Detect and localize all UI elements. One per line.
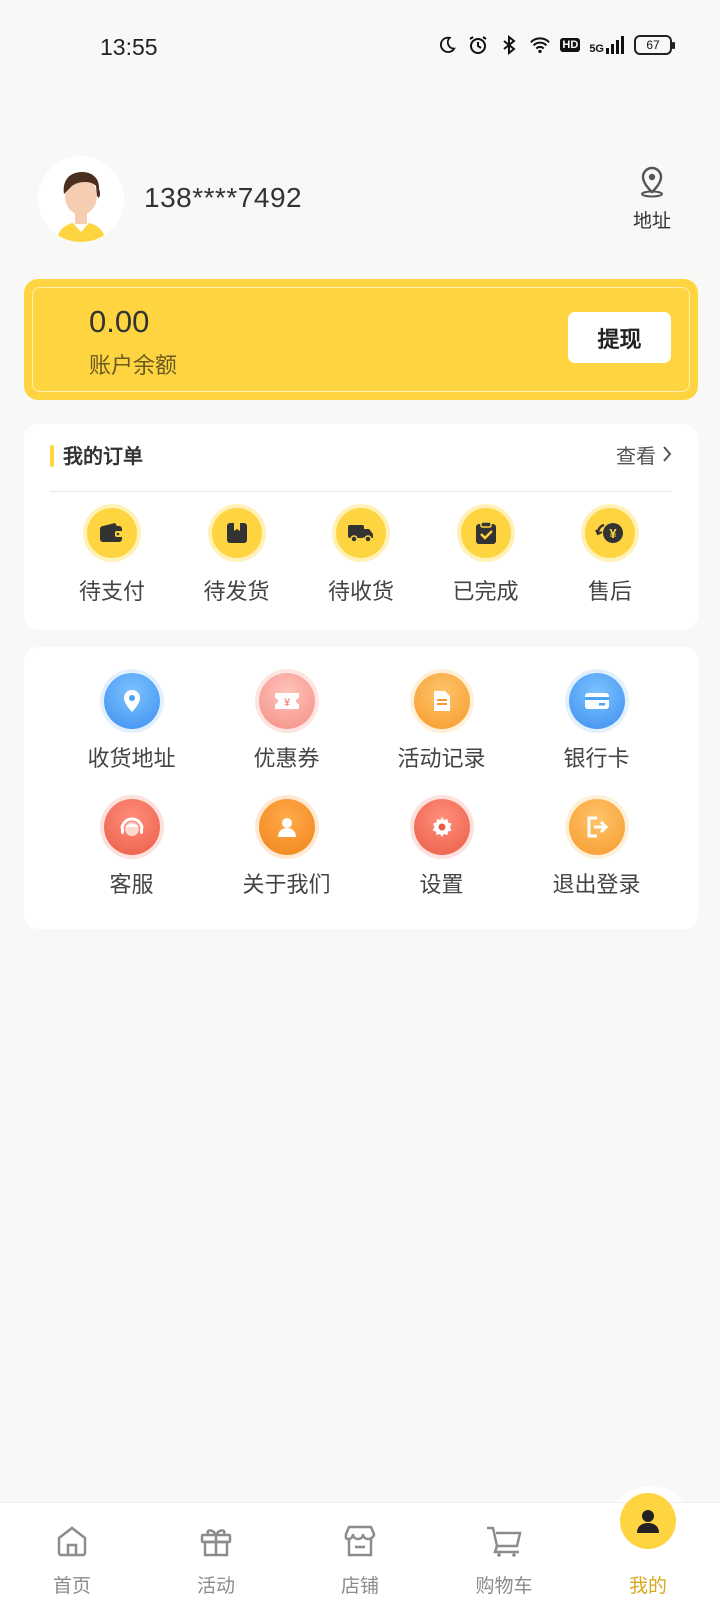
location-icon bbox=[103, 673, 160, 729]
orders-view-button[interactable]: 查看 bbox=[616, 444, 672, 468]
wifi-icon bbox=[529, 34, 551, 56]
service-label: 客服 bbox=[109, 873, 154, 898]
services-card: 收货地址 ¥ 优惠券 活动记录 银行卡 客服 关于我们 设置 退出登录 bbox=[24, 647, 698, 929]
tab-cart[interactable]: 购物车 bbox=[432, 1503, 576, 1600]
service-bank-card[interactable]: 银行卡 bbox=[519, 673, 674, 773]
clipboard-check-icon bbox=[456, 504, 515, 562]
address-label: 地址 bbox=[632, 210, 671, 232]
order-status-after-sale[interactable]: ¥ 售后 bbox=[548, 504, 672, 606]
tab-label: 店铺 bbox=[340, 1575, 379, 1597]
address-button[interactable]: 地址 bbox=[630, 166, 674, 233]
signal-icon: 5G bbox=[589, 35, 625, 55]
service-activity-records[interactable]: 活动记录 bbox=[364, 673, 519, 773]
hd-badge: HD bbox=[560, 38, 581, 52]
tab-label: 我的 bbox=[628, 1575, 667, 1597]
orders-header: 我的订单 查看 bbox=[50, 444, 672, 492]
user-phone: 138****7492 bbox=[144, 182, 303, 213]
tab-mine[interactable]: 我的 bbox=[576, 1493, 720, 1600]
store-icon bbox=[340, 1521, 380, 1561]
service-coupon[interactable]: ¥ 优惠券 bbox=[209, 673, 364, 773]
service-customer-service[interactable]: 客服 bbox=[54, 799, 209, 899]
logout-icon bbox=[568, 799, 625, 855]
home-icon bbox=[52, 1521, 92, 1561]
order-status-completed[interactable]: 已完成 bbox=[424, 504, 548, 606]
coupon-icon: ¥ bbox=[258, 673, 315, 729]
order-status-pending-payment[interactable]: 待支付 bbox=[50, 504, 174, 606]
status-icons: HD 5G 67 bbox=[436, 34, 675, 56]
service-logout[interactable]: 退出登录 bbox=[519, 799, 674, 899]
status-time: 13:55 bbox=[100, 34, 158, 60]
service-settings[interactable]: 设置 bbox=[364, 799, 519, 899]
balance-label: 账户余额 bbox=[89, 354, 178, 379]
service-shipping-address[interactable]: 收货地址 bbox=[54, 673, 209, 773]
order-status-label: 售后 bbox=[587, 580, 632, 605]
gift-icon bbox=[196, 1521, 236, 1561]
order-status-label: 已完成 bbox=[452, 580, 519, 605]
tab-home[interactable]: 首页 bbox=[0, 1503, 144, 1600]
battery-level: 67 bbox=[646, 38, 660, 52]
services-grid: 收货地址 ¥ 优惠券 活动记录 银行卡 客服 关于我们 设置 退出登录 bbox=[54, 673, 674, 899]
customer-service-icon bbox=[103, 799, 160, 855]
document-icon bbox=[413, 673, 470, 729]
yen-refund-icon: ¥ bbox=[581, 504, 639, 562]
tab-label: 活动 bbox=[196, 1575, 235, 1597]
orders-card: 我的订单 查看 待支付 待发货 待收货 已完成 ¥ 售后 bbox=[24, 424, 698, 630]
profile-header: 138****7492 地址 bbox=[38, 156, 682, 242]
tab-activity[interactable]: 活动 bbox=[144, 1503, 288, 1600]
balance-inner: 0.00 账户余额 提现 bbox=[32, 287, 690, 392]
truck-icon bbox=[332, 504, 390, 562]
service-label: 银行卡 bbox=[563, 747, 630, 772]
service-label: 优惠券 bbox=[253, 747, 320, 772]
wallet-icon bbox=[83, 504, 141, 562]
order-status-label: 待收货 bbox=[327, 580, 394, 605]
service-label: 设置 bbox=[419, 873, 464, 898]
battery-icon: 67 bbox=[634, 35, 675, 55]
orders-title: 我的订单 bbox=[50, 444, 143, 468]
order-status-pending-shipment[interactable]: 待发货 bbox=[175, 504, 299, 606]
status-bar: 13:55 HD 5G 67 bbox=[0, 0, 720, 96]
orders-status-row: 待支付 待发货 待收货 已完成 ¥ 售后 bbox=[50, 504, 672, 606]
moon-icon bbox=[436, 34, 458, 56]
service-label: 活动记录 bbox=[397, 747, 486, 772]
svg-text:¥: ¥ bbox=[283, 697, 290, 709]
user-icon bbox=[258, 799, 315, 855]
bottom-tab-bar: 首页 活动 店铺 购物车 我的 bbox=[0, 1493, 720, 1600]
withdraw-button[interactable]: 提现 bbox=[568, 312, 671, 363]
order-status-label: 待支付 bbox=[78, 580, 145, 605]
box-icon bbox=[207, 504, 266, 562]
balance-value: 0.00 bbox=[89, 304, 150, 339]
order-status-pending-receipt[interactable]: 待收货 bbox=[299, 504, 423, 606]
balance-card: 0.00 账户余额 提现 bbox=[24, 279, 698, 400]
user-icon bbox=[620, 1493, 676, 1549]
service-about-us[interactable]: 关于我们 bbox=[209, 799, 364, 899]
order-status-label: 待发货 bbox=[203, 580, 270, 605]
chevron-right-icon bbox=[662, 444, 672, 468]
tab-label: 首页 bbox=[52, 1575, 91, 1597]
service-label: 退出登录 bbox=[552, 873, 641, 898]
network-label: 5G bbox=[589, 43, 604, 55]
tab-store[interactable]: 店铺 bbox=[288, 1503, 432, 1600]
bluetooth-icon bbox=[498, 34, 520, 56]
location-pin-icon bbox=[638, 166, 666, 202]
cart-icon bbox=[484, 1521, 524, 1561]
orders-view-label: 查看 bbox=[616, 444, 656, 468]
service-label: 关于我们 bbox=[242, 873, 331, 898]
card-icon bbox=[568, 673, 625, 729]
avatar[interactable] bbox=[38, 156, 124, 242]
gear-icon bbox=[413, 799, 470, 855]
service-label: 收货地址 bbox=[87, 747, 176, 772]
tab-label: 购物车 bbox=[475, 1575, 533, 1597]
alarm-icon bbox=[467, 34, 489, 56]
svg-text:¥: ¥ bbox=[609, 526, 617, 541]
